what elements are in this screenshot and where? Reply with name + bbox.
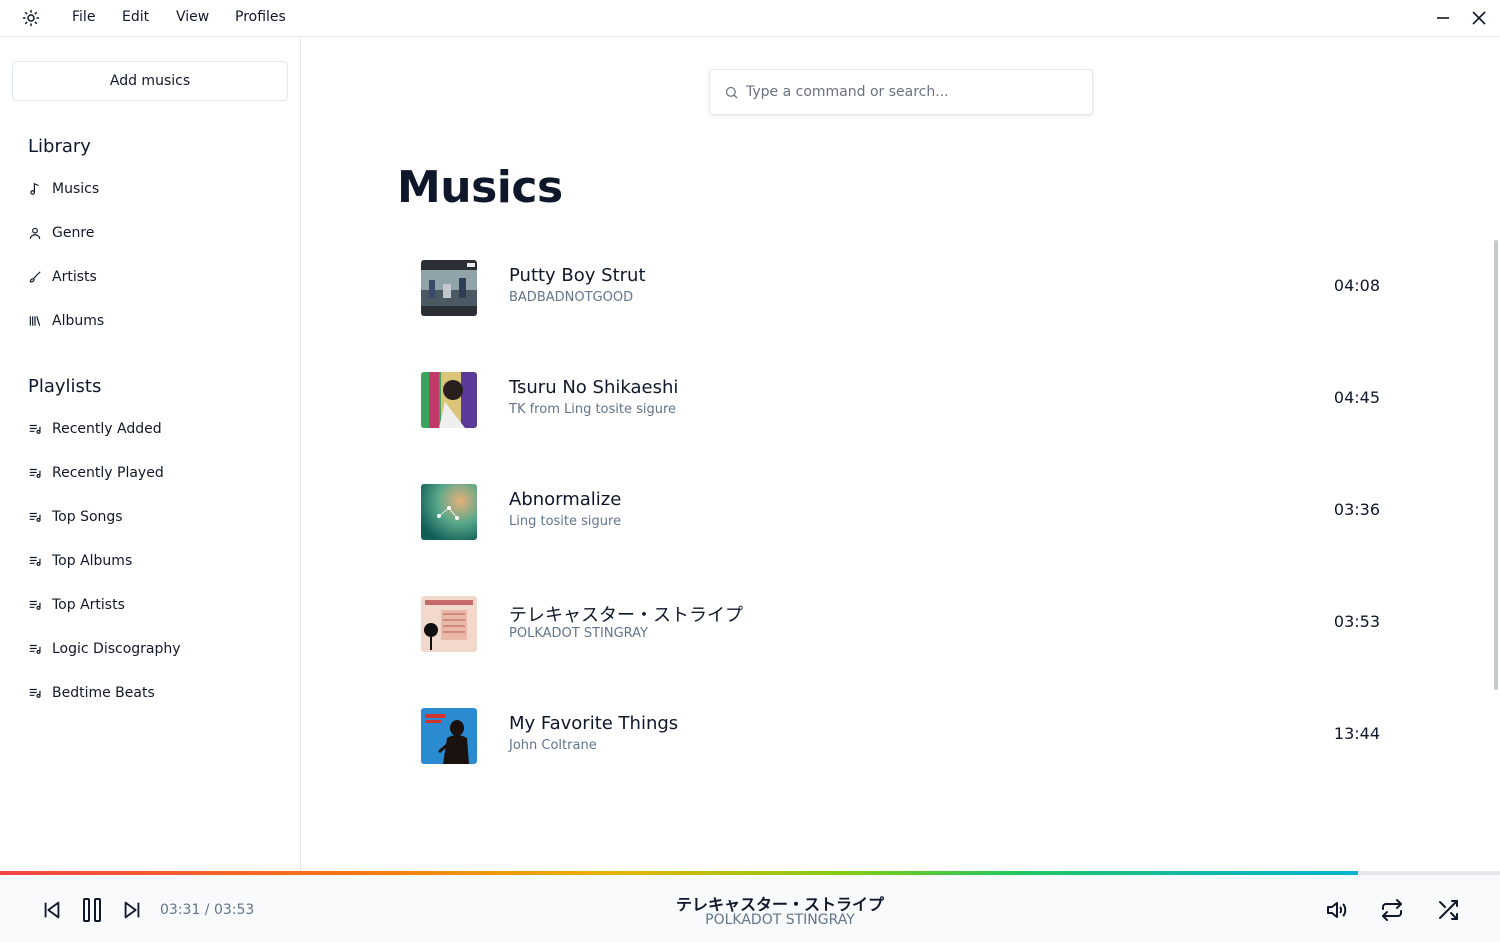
album-art: [421, 484, 477, 540]
album-art: [421, 260, 477, 316]
track-artist: POLKADOT STINGRAY: [509, 626, 648, 641]
track-title: Putty Boy Strut: [509, 265, 646, 286]
playlist-item-label: Recently Played: [52, 465, 164, 481]
menu-edit[interactable]: Edit: [122, 9, 149, 25]
track-row[interactable]: テレキャスター・ストライプ POLKADOT STINGRAY 03:53: [410, 584, 1400, 664]
skip-next-icon[interactable]: [118, 896, 146, 924]
track-title: テレキャスター・ストライプ: [509, 605, 743, 626]
menu-file[interactable]: File: [72, 9, 95, 25]
music-note-icon: [28, 182, 42, 196]
playlist-icon: [28, 642, 42, 656]
close-icon[interactable]: [1467, 6, 1491, 30]
playlist-item-label: Logic Discography: [52, 641, 181, 657]
search-input[interactable]: [746, 80, 1076, 104]
track-duration: 04:08: [1333, 276, 1380, 295]
playlist-icon: [28, 422, 42, 436]
playlist-item-top-artists[interactable]: Top Artists: [28, 593, 125, 617]
page-title: Musics: [397, 162, 563, 213]
playlist-item-top-albums[interactable]: Top Albums: [28, 549, 132, 573]
playlist-item-top-songs[interactable]: Top Songs: [28, 505, 123, 529]
add-musics-button[interactable]: Add musics: [12, 61, 288, 101]
skip-previous-icon[interactable]: [38, 896, 66, 924]
sidebar-item-label: Albums: [52, 313, 105, 329]
user-icon: [28, 226, 42, 240]
playlist-item-label: Top Artists: [52, 597, 125, 613]
playlist-item-logic-discography[interactable]: Logic Discography: [28, 637, 181, 661]
sidebar-item-label: Artists: [52, 269, 97, 285]
track-title: Abnormalize: [509, 489, 622, 510]
track-duration: 03:53: [1333, 612, 1380, 631]
command-search-box[interactable]: [709, 69, 1093, 115]
track-duration: 13:44: [1333, 724, 1380, 743]
album-art: [421, 372, 477, 428]
track-artist: BADBADNOTGOOD: [509, 290, 634, 305]
playlist-icon: [28, 466, 42, 480]
minimize-icon[interactable]: [1431, 6, 1455, 30]
playback-time: 03:31 / 03:53: [160, 902, 255, 918]
sidebar-item-label: Musics: [52, 181, 100, 197]
library-icon: [28, 314, 42, 328]
search-icon: [724, 85, 739, 104]
track-row[interactable]: Putty Boy Strut BADBADNOTGOOD 04:08: [410, 248, 1400, 328]
pause-icon[interactable]: [78, 896, 106, 924]
sidebar-item-albums[interactable]: Albums: [28, 309, 104, 333]
playlist-icon: [28, 686, 42, 700]
playlist-icon: [28, 554, 42, 568]
playlist-item-label: Top Songs: [52, 509, 123, 525]
player-bar: 03:31 / 03:53 テレキャスター・ストライプ POLKADOT STI…: [0, 875, 1500, 942]
track-title: Tsuru No Shikaeshi: [509, 377, 679, 398]
playlist-icon: [28, 510, 42, 524]
playlist-item-recently-added[interactable]: Recently Added: [28, 417, 162, 441]
playlist-item-bedtime-beats[interactable]: Bedtime Beats: [28, 681, 155, 705]
track-duration: 03:36: [1333, 500, 1380, 519]
playlist-item-label: Top Albums: [52, 553, 133, 569]
track-title: My Favorite Things: [509, 713, 679, 734]
playlist-item-label: Bedtime Beats: [52, 685, 155, 701]
playlists-heading: Playlists: [28, 376, 102, 397]
track-duration: 04:45: [1333, 388, 1380, 407]
sidebar: Add musics Library Musics Genre Artists …: [0, 37, 301, 871]
menu-profiles[interactable]: Profiles: [235, 9, 286, 25]
sidebar-item-artists[interactable]: Artists: [28, 265, 97, 289]
track-row[interactable]: Abnormalize Ling tosite sigure 03:36: [410, 472, 1400, 552]
track-row[interactable]: Tsuru No Shikaeshi TK from Ling tosite s…: [410, 360, 1400, 440]
track-artist: Ling tosite sigure: [509, 514, 622, 529]
sidebar-item-label: Genre: [52, 225, 95, 241]
sidebar-item-genre[interactable]: Genre: [28, 221, 94, 245]
volume-icon[interactable]: [1322, 896, 1350, 924]
shuffle-icon[interactable]: [1434, 896, 1462, 924]
now-playing-artist: POLKADOT STINGRAY: [705, 912, 855, 928]
track-artist: John Coltrane: [509, 738, 597, 753]
title-bar: File Edit View Profiles: [0, 0, 1500, 37]
album-art: [421, 596, 477, 652]
brush-icon: [28, 270, 42, 284]
sidebar-item-musics[interactable]: Musics: [28, 177, 99, 201]
playlist-item-recently-played[interactable]: Recently Played: [28, 461, 164, 485]
track-row[interactable]: My Favorite Things John Coltrane 13:44: [410, 696, 1400, 776]
playlist-item-label: Recently Added: [52, 421, 162, 437]
menu-view[interactable]: View: [176, 9, 209, 25]
album-art: [421, 708, 477, 764]
repeat-icon[interactable]: [1378, 896, 1406, 924]
library-heading: Library: [28, 136, 91, 157]
theme-toggle-sun-icon[interactable]: [21, 8, 41, 28]
scrollbar[interactable]: [1494, 240, 1498, 690]
playlist-icon: [28, 598, 42, 612]
track-artist: TK from Ling tosite sigure: [509, 402, 677, 417]
